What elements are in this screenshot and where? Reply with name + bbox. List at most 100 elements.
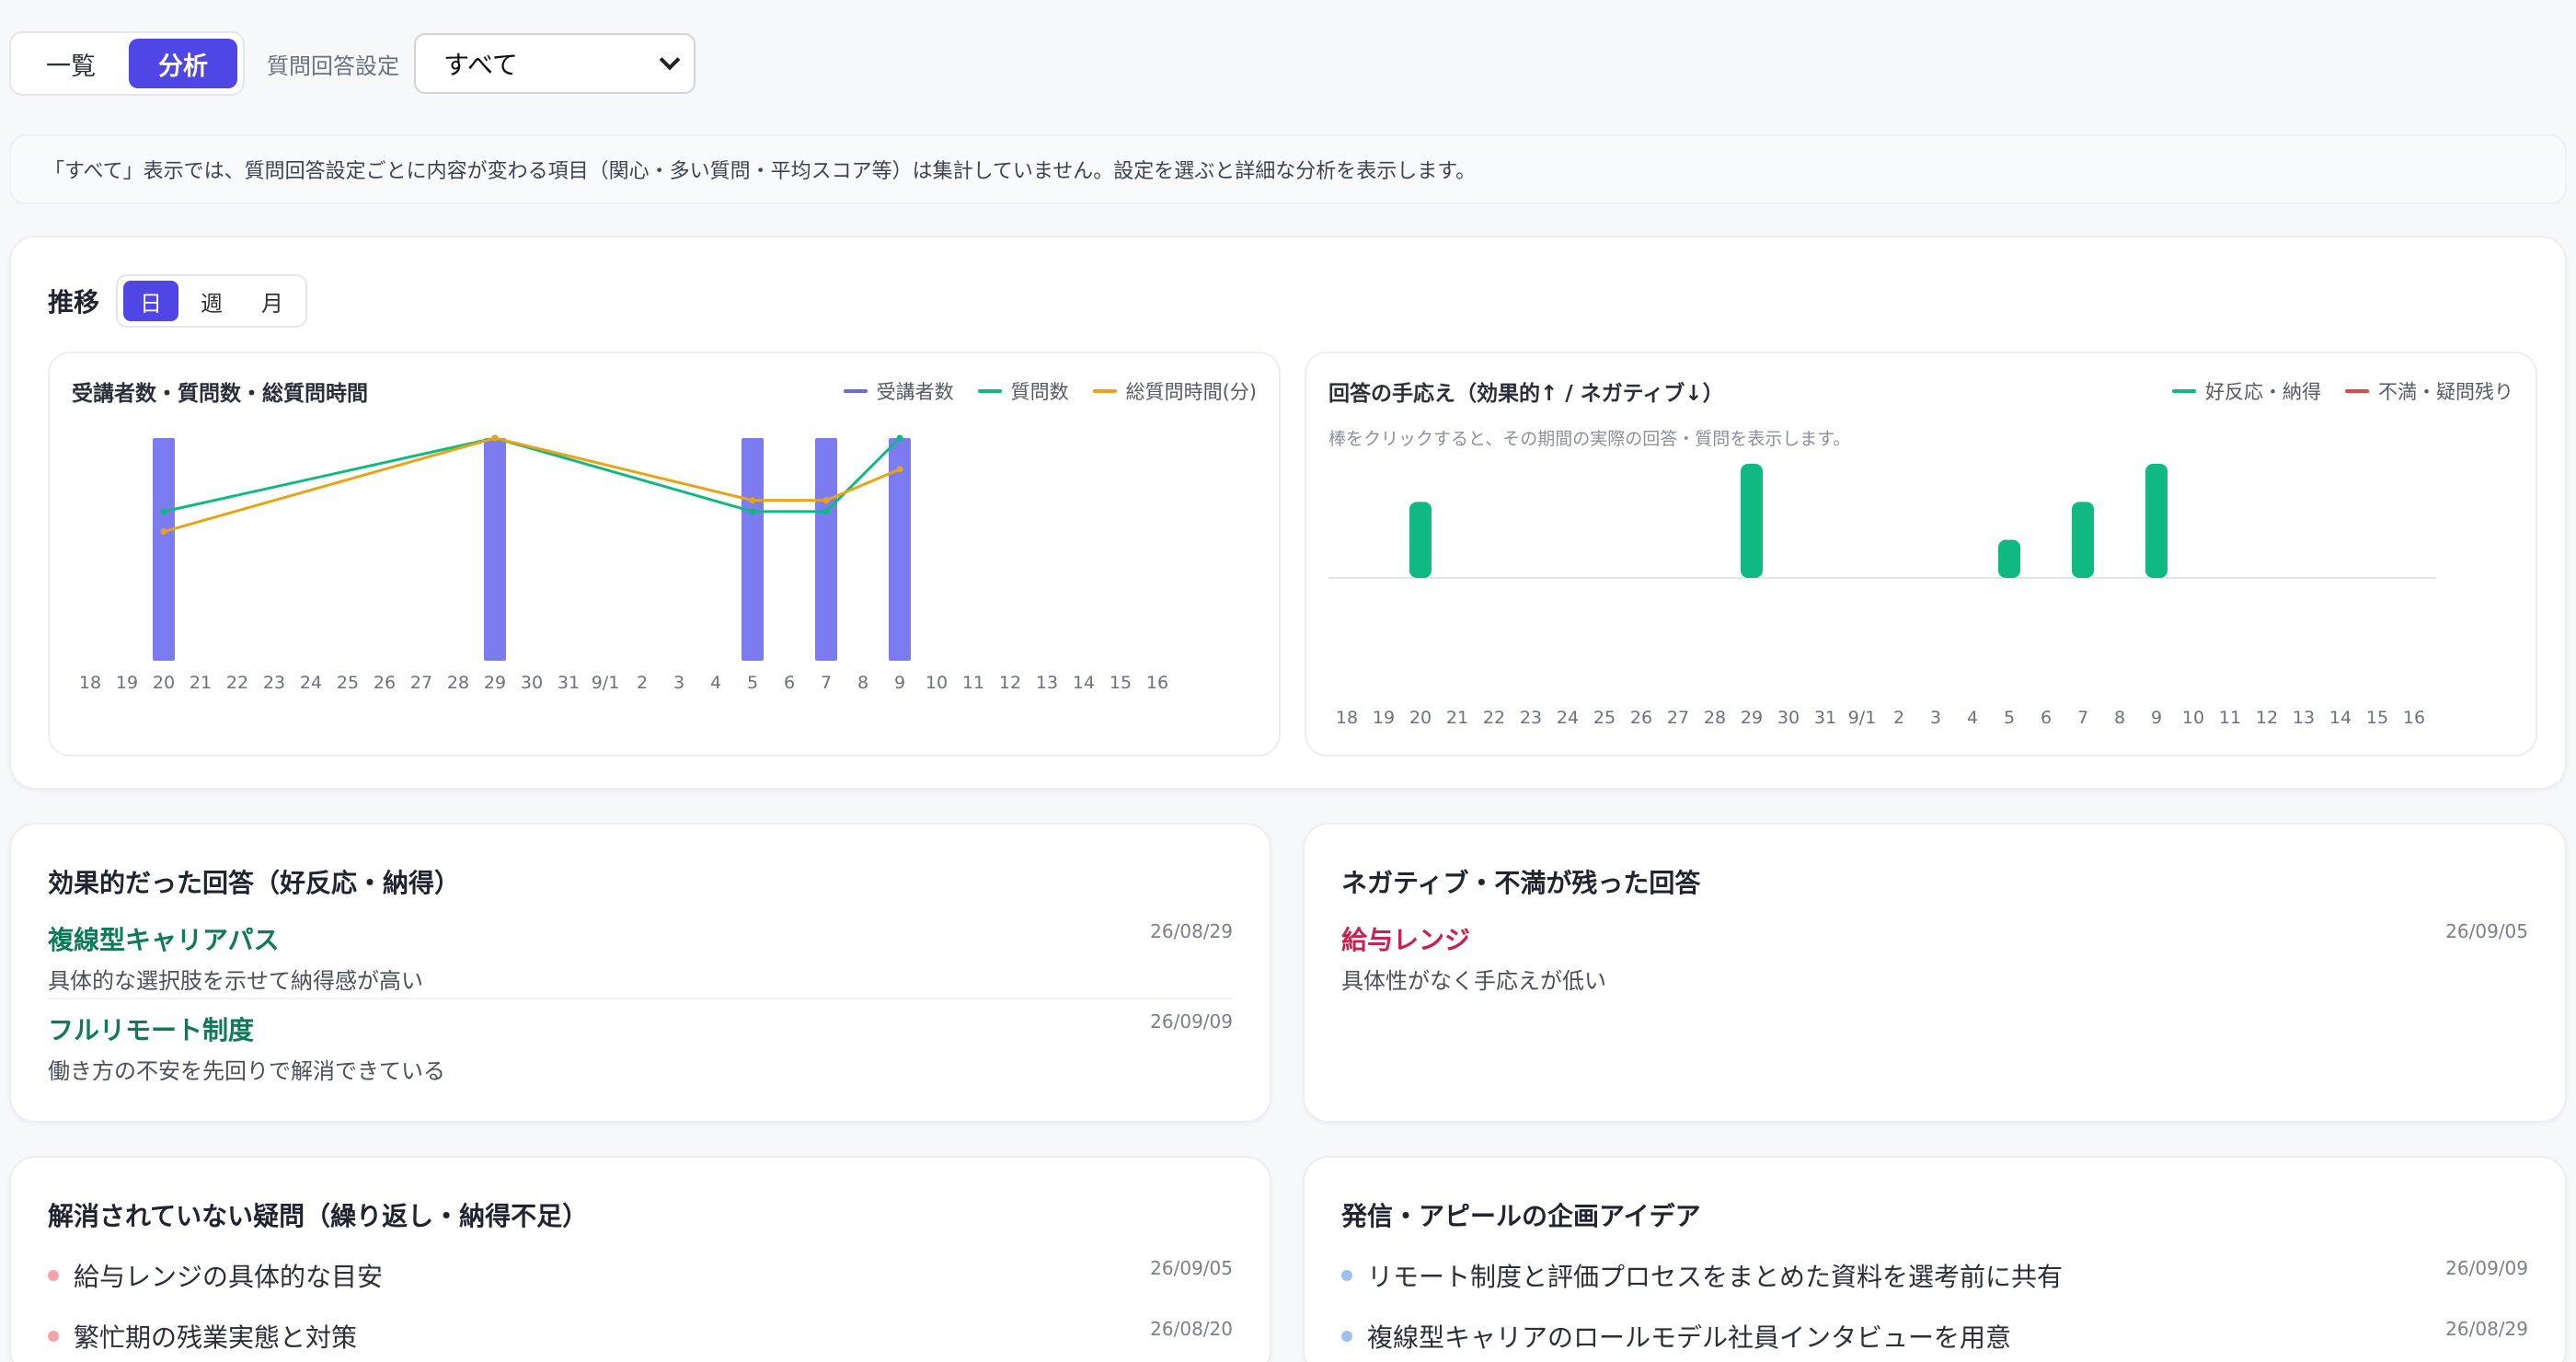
- qa-setting-value: すべて: [443, 50, 518, 80]
- qa-setting-select[interactable]: すべて: [414, 33, 696, 94]
- x-tick-label: 16: [2403, 708, 2425, 728]
- x-tick-label: 29: [484, 673, 506, 693]
- unresolved-item-text: 繁忙期の残業実態と対策: [74, 1322, 358, 1353]
- x-tick-label: 6: [2041, 708, 2052, 728]
- x-tick-label: 23: [263, 673, 285, 693]
- x-tick-label: 12: [999, 673, 1021, 693]
- tab-list[interactable]: 一覧: [17, 39, 125, 88]
- list-item[interactable]: 給与レンジの具体的な目安 26/09/05: [48, 1257, 1233, 1294]
- chart-attendance: 受講者数・質問数・総質問時間 受講者数 質問数 総質問時間(分) 18 19 20 2…: [48, 352, 1281, 756]
- bar-attendees: [153, 438, 175, 661]
- trend-title: 推移: [48, 287, 100, 317]
- trend-header: 推移 日 週 月: [48, 274, 308, 328]
- bullet-dot: [48, 1270, 59, 1281]
- x-tick-label: 14: [2329, 708, 2352, 728]
- point-question-time: [896, 466, 903, 473]
- x-tick-label: 12: [2256, 708, 2278, 728]
- x-tick-label: 5: [2004, 708, 2015, 728]
- effective-item-date: 26/08/29: [1150, 920, 1233, 942]
- x-tick-label: 2: [1893, 708, 1904, 728]
- negative-card: ネガティブ・不満が残った回答 給与レンジ 具体性がなく手応えが低い 26/09/…: [1303, 823, 2567, 1123]
- x-tick-label: 22: [1483, 708, 1505, 728]
- x-tick-label: 25: [1593, 708, 1616, 728]
- x-tick-label: 21: [1446, 708, 1468, 728]
- list-item[interactable]: 複線型キャリアパス 具体的な選択肢を示せて納得感が高い 26/08/29: [48, 920, 1233, 995]
- x-tick-label: 15: [2366, 708, 2388, 728]
- point-question-time: [160, 528, 167, 536]
- ideas-item-text: 複線型キャリアのロールモデル社員インタビューを用意: [1367, 1322, 2012, 1353]
- period-week[interactable]: 週: [184, 281, 239, 321]
- x-tick-label: 7: [2077, 708, 2088, 728]
- ideas-item-date: 26/09/09: [2445, 1257, 2528, 1279]
- bar-attendees: [484, 438, 506, 661]
- x-tick-label: 13: [1036, 673, 1058, 693]
- unresolved-item-date: 26/09/05: [1150, 1257, 1233, 1279]
- x-tick-label: 26: [1630, 708, 1652, 728]
- bar-positive: [2145, 464, 2168, 578]
- view-switch: 一覧 分析: [9, 31, 245, 96]
- bullet-dot: [48, 1331, 59, 1342]
- x-tick-label: 13: [2293, 708, 2315, 728]
- bar-attendees: [742, 438, 764, 661]
- chevron-down-icon: [659, 49, 681, 71]
- notice-banner: 「すべて」表示では、質問回答設定ごとに内容が変わる項目（関心・多い質問・平均スコ…: [9, 134, 2567, 204]
- point-questions: [822, 508, 830, 515]
- period-day[interactable]: 日: [123, 281, 179, 321]
- bullet-dot: [1341, 1270, 1352, 1281]
- toolbar: 一覧 分析 質問回答設定 すべて: [9, 31, 696, 96]
- x-tick-label: 9: [2151, 708, 2162, 728]
- bullet-dot: [1341, 1331, 1352, 1342]
- point-questions: [749, 508, 756, 515]
- tab-analysis[interactable]: 分析: [129, 39, 237, 88]
- x-tick-label: 19: [1373, 708, 1395, 728]
- x-tick-label: 22: [226, 673, 248, 693]
- bar-attendees: [815, 438, 837, 661]
- negative-item-date: 26/09/05: [2445, 920, 2528, 942]
- x-tick-label: 11: [962, 673, 984, 693]
- x-tick-label: 4: [710, 673, 721, 693]
- unresolved-card: 解消されていない疑問（繰り返し・納得不足） 給与レンジの具体的な目安 26/09…: [9, 1156, 1271, 1362]
- x-tick-label: 9/1: [1848, 708, 1877, 728]
- x-tick-label: 27: [1667, 708, 1689, 728]
- x-tick-label: 26: [374, 673, 396, 693]
- x-tick-label: 16: [1146, 673, 1168, 693]
- point-question-time: [822, 497, 830, 504]
- trend-card: 推移 日 週 月 受講者数・質問数・総質問時間 受講者数 質問数 総質問時間(分…: [9, 236, 2567, 790]
- ideas-item-date: 26/08/29: [2445, 1318, 2528, 1340]
- period-month[interactable]: 月: [245, 281, 300, 321]
- point-question-time: [749, 497, 756, 504]
- effective-item-title: 複線型キャリアパス: [48, 925, 280, 955]
- list-item[interactable]: 繁忙期の残業実態と対策 26/08/20: [48, 1318, 1233, 1355]
- point-questions: [160, 508, 167, 515]
- list-item[interactable]: 給与レンジ 具体性がなく手応えが低い 26/09/05: [1341, 920, 2528, 995]
- x-tick-label: 4: [1967, 708, 1978, 728]
- x-tick-label: 10: [926, 673, 948, 693]
- x-tick-label: 30: [521, 673, 543, 693]
- x-tick-label: 20: [153, 673, 175, 693]
- notice-text: 「すべて」表示では、質問回答設定ごとに内容が変わる項目（関心・多い質問・平均スコ…: [44, 160, 1477, 183]
- x-tick-label: 14: [1073, 673, 1095, 693]
- x-tick-label: 9/1: [592, 673, 620, 693]
- effective-item-date: 26/09/09: [1150, 1010, 1233, 1033]
- list-item[interactable]: リモート制度と評価プロセスをまとめた資料を選考前に共有 26/09/09: [1341, 1257, 2528, 1294]
- x-tick-label: 19: [116, 673, 138, 693]
- list-item[interactable]: フルリモート制度 働き方の不安を先回りで解消できている 26/09/09: [48, 1010, 1233, 1085]
- effective-item-sub: 具体的な選択肢を示せて納得感が高い: [48, 968, 423, 994]
- x-tick-label: 2: [637, 673, 648, 693]
- bar-positive: [1998, 539, 2020, 578]
- x-tick-label: 31: [558, 673, 580, 693]
- x-tick-label: 25: [337, 673, 359, 693]
- bar-positive: [2072, 502, 2094, 578]
- x-tick-label: 24: [300, 673, 322, 693]
- point-questions: [896, 434, 903, 442]
- x-tick-label: 3: [1930, 708, 1941, 728]
- negative-item-sub: 具体性がなく手応えが低い: [1341, 968, 1606, 994]
- x-tick-label: 8: [857, 673, 868, 693]
- x-tick-label: 27: [410, 673, 432, 693]
- x-tick-label: 21: [190, 673, 212, 693]
- x-tick-label: 15: [1110, 673, 1132, 693]
- x-tick-label: 9: [894, 673, 905, 693]
- x-tick-label: 24: [1557, 708, 1579, 728]
- bar-positive: [1409, 502, 1432, 578]
- list-item[interactable]: 複線型キャリアのロールモデル社員インタビューを用意 26/08/29: [1341, 1318, 2528, 1355]
